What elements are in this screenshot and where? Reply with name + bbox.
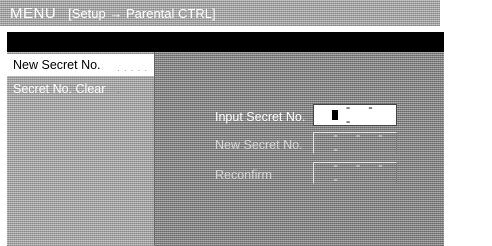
menu-title-bar: MENU [Setup → Parental CTRL] — [0, 0, 440, 26]
sidebar-item-new-secret-no[interactable]: New Secret No. · · · · · · — [7, 54, 154, 97]
input-secret-no-field[interactable]: - - - — [313, 101, 397, 129]
reconfirm-value: - - - - — [332, 159, 389, 187]
input-secret-no-label: Input Secret No. — [215, 110, 306, 124]
parental-ctrl-window: New Secret No. · · · · · · Secret No. Cl… — [7, 52, 444, 246]
input-cursor-icon — [332, 110, 339, 120]
sidebar: New Secret No. · · · · · · Secret No. Cl… — [7, 52, 155, 246]
sidebar-item-secret-no-clear[interactable]: Secret No. Clear — [7, 79, 154, 99]
reconfirm-field[interactable]: - - - - — [313, 159, 397, 187]
new-secret-no-label: New Secret No. — [215, 138, 303, 152]
reconfirm-label: Reconfirm — [215, 168, 272, 182]
new-secret-no-value: - - - - — [332, 129, 389, 157]
menu-breadcrumb: [Setup → Parental CTRL] — [68, 5, 216, 21]
form-panel: Input Secret No. - - - New Secret No. - … — [155, 52, 444, 246]
new-secret-no-field[interactable]: - - - - — [313, 129, 397, 157]
input-secret-no-value: - - - — [344, 101, 379, 129]
sidebar-item-label: Secret No. Clear — [13, 82, 106, 96]
sidebar-item-label: New Secret No. — [13, 58, 101, 72]
menu-title: MENU — [10, 4, 57, 22]
menu-header-band — [7, 32, 444, 52]
